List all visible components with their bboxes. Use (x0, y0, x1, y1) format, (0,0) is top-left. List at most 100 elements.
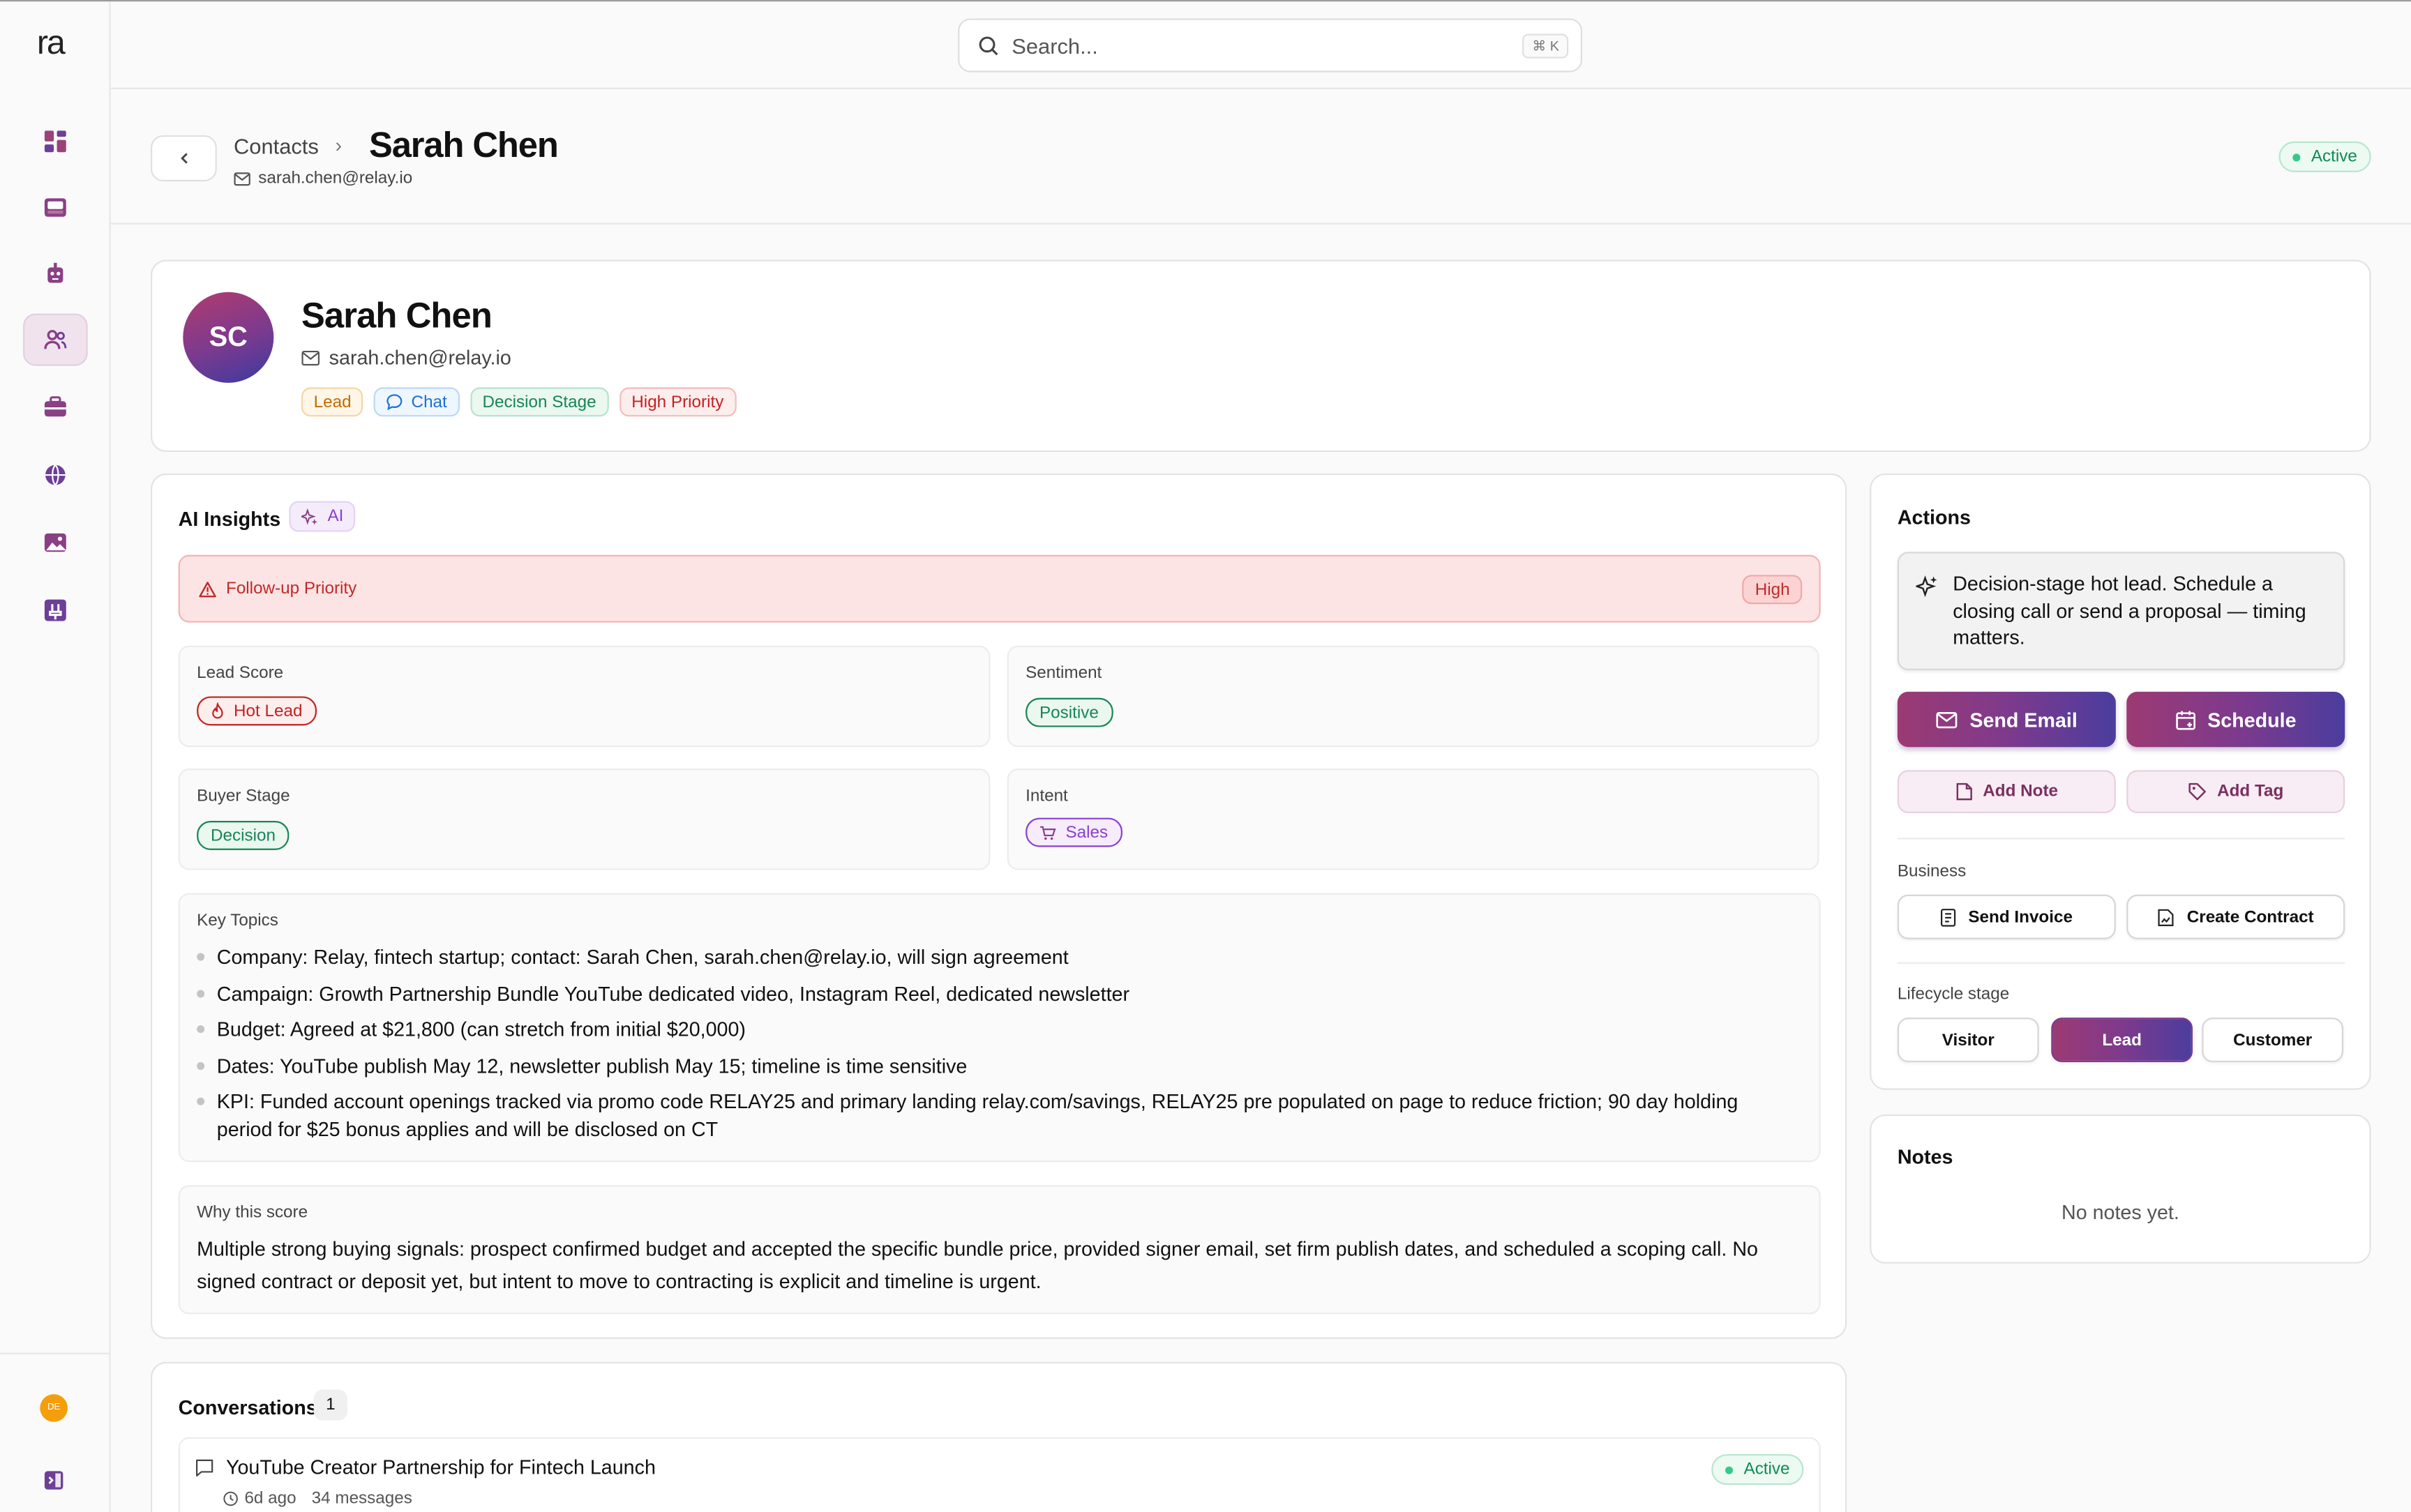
conversation-meta: 6d ago 34 messages (223, 1490, 412, 1508)
header-email: sarah.chen@relay.io (234, 169, 413, 188)
sidebar-item-inbox[interactable] (23, 181, 88, 234)
calendar-icon (2175, 710, 2195, 729)
sparkles-icon (301, 508, 318, 524)
create-contract-label: Create Contract (2186, 907, 2314, 926)
conversation-message-count: 34 messages (311, 1489, 412, 1509)
image-icon (44, 533, 66, 552)
key-topics-box: Key Topics Company: Relay, fintech start… (178, 893, 1821, 1163)
note-icon (1955, 783, 1971, 801)
ai-insights-card: AI Insights AI Follow-up Priority High L… (151, 473, 1847, 1339)
key-topics-label: Key Topics (197, 912, 278, 930)
sentiment-badge: Positive (1026, 697, 1113, 727)
create-contract-button[interactable]: Create Contract (2126, 894, 2345, 939)
contacts-icon (44, 330, 67, 349)
profile-name: Sarah Chen (301, 295, 493, 335)
chevron-right-icon: › (335, 133, 343, 157)
ai-suggestion-box: Decision-stage hot lead. Schedule a clos… (1897, 552, 2345, 670)
search-placeholder: Search... (1012, 33, 1098, 58)
conversations-count-badge: 1 (313, 1389, 348, 1421)
status-badge: Active (2278, 141, 2371, 172)
buyer-stage-badge: Decision (197, 820, 290, 850)
search-icon (979, 36, 998, 55)
add-tag-button[interactable]: Add Tag (2126, 770, 2345, 813)
search-input[interactable]: Search... ⌘ K (958, 18, 1583, 73)
key-topics-list: Company: Relay, fintech startup; contact… (197, 944, 1773, 1152)
sidebar-item-integrations[interactable] (23, 584, 88, 637)
tag-high-priority[interactable]: High Priority (619, 387, 736, 417)
priority-level-badge: High (1743, 575, 1803, 605)
app-logo[interactable]: ra (37, 23, 66, 63)
follow-up-priority-banner: Follow-up Priority High (178, 554, 1821, 623)
chevron-left-icon (180, 153, 187, 164)
buyer-stage-tile: Buyer Stage Decision (178, 769, 991, 870)
page-header: Contacts › Sarah Chen sarah.chen@relay.i… (110, 89, 2411, 225)
dashboard-icon (44, 130, 66, 153)
lifecycle-visitor-button[interactable]: Visitor (1897, 1018, 2039, 1063)
lead-score-label: Lead Score (197, 664, 284, 683)
why-this-score-box: Why this score Multiple strong buying si… (178, 1185, 1821, 1315)
profile-card: SC Sarah Chen sarah.chen@relay.io Lead C… (151, 259, 2371, 453)
sentiment-label: Sentiment (1026, 664, 1102, 683)
breadcrumb-contacts[interactable]: Contacts (234, 134, 319, 158)
add-tag-label: Add Tag (2217, 782, 2284, 801)
warning-icon (199, 581, 216, 597)
lead-score-value: Hot Lead (234, 702, 303, 720)
ai-badge-label: AI (327, 507, 344, 526)
sidebar-divider (0, 1352, 111, 1354)
conversation-item[interactable]: YouTube Creator Partnership for Fintech … (178, 1437, 1821, 1512)
search-shortcut: ⌘ K (1523, 33, 1569, 59)
conversation-age-text: 6d ago (244, 1489, 296, 1509)
send-invoice-button[interactable]: Send Invoice (1897, 894, 2116, 939)
follow-up-priority-label: Follow-up Priority (226, 579, 357, 598)
conversation-status-label: Active (1743, 1460, 1790, 1479)
briefcase-icon (44, 396, 66, 417)
sidebar-item-bot[interactable] (23, 248, 88, 300)
message-icon (196, 1459, 213, 1477)
back-button[interactable] (151, 135, 217, 182)
sidebar-item-contacts[interactable] (23, 313, 88, 366)
sidebar-item-deals[interactable] (23, 381, 88, 434)
sidebar-item-dashboard[interactable] (23, 115, 88, 167)
chat-bubble-icon (387, 394, 403, 411)
tag-chat-label: Chat (411, 393, 447, 411)
collapse-sidebar-icon[interactable] (43, 1469, 65, 1491)
intent-badge: Sales (1026, 817, 1122, 847)
invoice-icon (1941, 907, 1956, 926)
business-label: Business (1897, 862, 1967, 881)
tag-lead[interactable]: Lead (301, 387, 364, 417)
inbox-icon (44, 198, 66, 217)
add-note-label: Add Note (1983, 782, 2059, 801)
ai-suggestion-text: Decision-stage hot lead. Schedule a clos… (1953, 571, 2306, 649)
profile-email: sarah.chen@relay.io (301, 346, 511, 369)
notes-title: Notes (1897, 1145, 1953, 1169)
schedule-label: Schedule (2207, 707, 2297, 732)
bot-icon (47, 262, 63, 283)
tag-decision-stage[interactable]: Decision Stage (470, 387, 609, 417)
notes-empty-state: No notes yet. (2061, 1200, 2179, 1224)
user-avatar[interactable]: DE (40, 1394, 68, 1422)
conversation-age: 6d ago (223, 1490, 296, 1508)
globe-icon (45, 464, 66, 486)
intent-value: Sales (1065, 823, 1109, 842)
list-item: Campaign: Growth Partnership Bundle YouT… (197, 980, 1773, 1008)
actions-title: Actions (1897, 506, 1971, 529)
send-email-button[interactable]: Send Email (1897, 691, 2116, 748)
lifecycle-customer-button[interactable]: Customer (2202, 1018, 2344, 1063)
profile-email-text: sarah.chen@relay.io (329, 345, 511, 369)
sparkles-icon (1916, 575, 1937, 598)
lifecycle-lead-button[interactable]: Lead (2051, 1018, 2193, 1063)
schedule-button[interactable]: Schedule (2126, 691, 2345, 748)
sidebar-item-media[interactable] (23, 517, 88, 569)
tag-chat[interactable]: Chat (374, 387, 460, 417)
status-dot-icon (1725, 1465, 1734, 1474)
avatar: SC (183, 292, 274, 383)
header-email-text: sarah.chen@relay.io (258, 169, 413, 188)
sidebar-item-web[interactable] (23, 449, 88, 501)
conversations-title: Conversations (178, 1396, 317, 1419)
intent-tile: Intent Sales (1007, 769, 1819, 870)
sentiment-tile: Sentiment Positive (1007, 645, 1819, 748)
lead-score-badge: Hot Lead (197, 696, 317, 726)
list-item: Budget: Agreed at $21,800 (can stretch f… (197, 1016, 1773, 1044)
ai-badge: AI (289, 501, 356, 532)
add-note-button[interactable]: Add Note (1897, 770, 2116, 813)
